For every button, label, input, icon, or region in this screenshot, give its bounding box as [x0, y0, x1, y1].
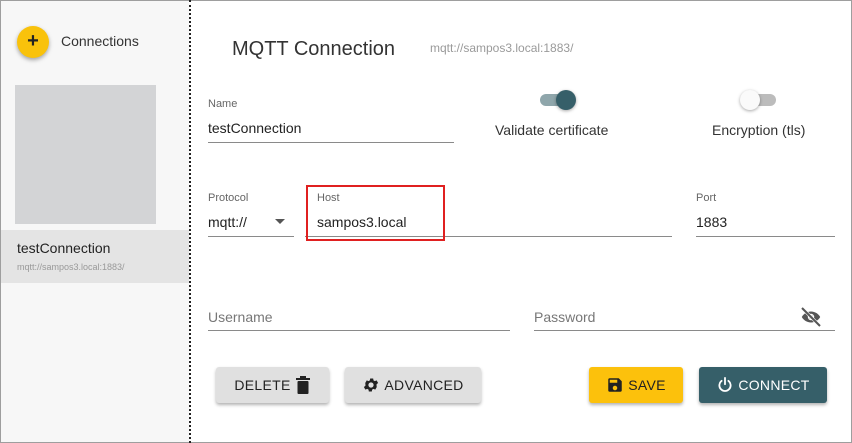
connection-url-subtitle: mqtt://sampos3.local:1883/	[430, 41, 574, 55]
encryption-toggle[interactable]	[740, 90, 778, 110]
validate-certificate-label: Validate certificate	[495, 122, 609, 138]
protocol-label: Protocol	[208, 192, 249, 204]
sidebar-divider	[189, 0, 191, 443]
protocol-select[interactable]: mqtt://	[208, 214, 247, 230]
connection-name: testConnection	[17, 240, 111, 256]
page-title: MQTT Connection	[232, 38, 396, 60]
caret-down-icon[interactable]	[275, 219, 285, 224]
username-underline	[208, 330, 510, 331]
port-label: Port	[696, 192, 717, 204]
validate-certificate-toggle[interactable]	[538, 90, 576, 110]
port-input[interactable]: 1883	[696, 214, 727, 230]
name-underline	[208, 142, 454, 143]
connect-button-label: CONNECT	[738, 377, 810, 393]
power-icon	[718, 376, 732, 392]
delete-button[interactable]: DELETE	[216, 367, 329, 403]
encryption-label: Encryption (tls)	[712, 122, 806, 138]
save-button[interactable]: SAVE	[589, 367, 683, 403]
connection-thumbnail	[15, 85, 156, 224]
host-highlight-box	[306, 185, 445, 241]
delete-button-label: DELETE	[234, 377, 291, 393]
name-label: Name	[208, 98, 238, 110]
advanced-button-label: ADVANCED	[384, 377, 464, 393]
trash-icon	[295, 376, 310, 394]
password-underline	[534, 330, 835, 331]
port-underline	[696, 236, 835, 237]
password-input[interactable]: Password	[534, 309, 595, 325]
add-connection-button[interactable]: +	[17, 26, 49, 58]
connection-list-item[interactable]: testConnection mqtt://sampos3.local:1883…	[1, 230, 189, 283]
connect-button[interactable]: CONNECT	[699, 367, 827, 403]
floppy-disk-icon	[608, 378, 622, 392]
sidebar-title: Connections	[61, 33, 139, 49]
name-input[interactable]: testConnection	[208, 120, 301, 136]
save-button-label: SAVE	[628, 377, 666, 393]
eye-off-icon[interactable]	[799, 305, 823, 329]
username-input[interactable]: Username	[208, 309, 273, 325]
gear-icon	[364, 378, 379, 392]
connection-url: mqtt://sampos3.local:1883/	[17, 262, 125, 272]
advanced-button[interactable]: ADVANCED	[345, 367, 481, 403]
protocol-underline	[208, 236, 294, 237]
sidebar: + Connections testConnection mqtt://samp…	[1, 1, 189, 442]
